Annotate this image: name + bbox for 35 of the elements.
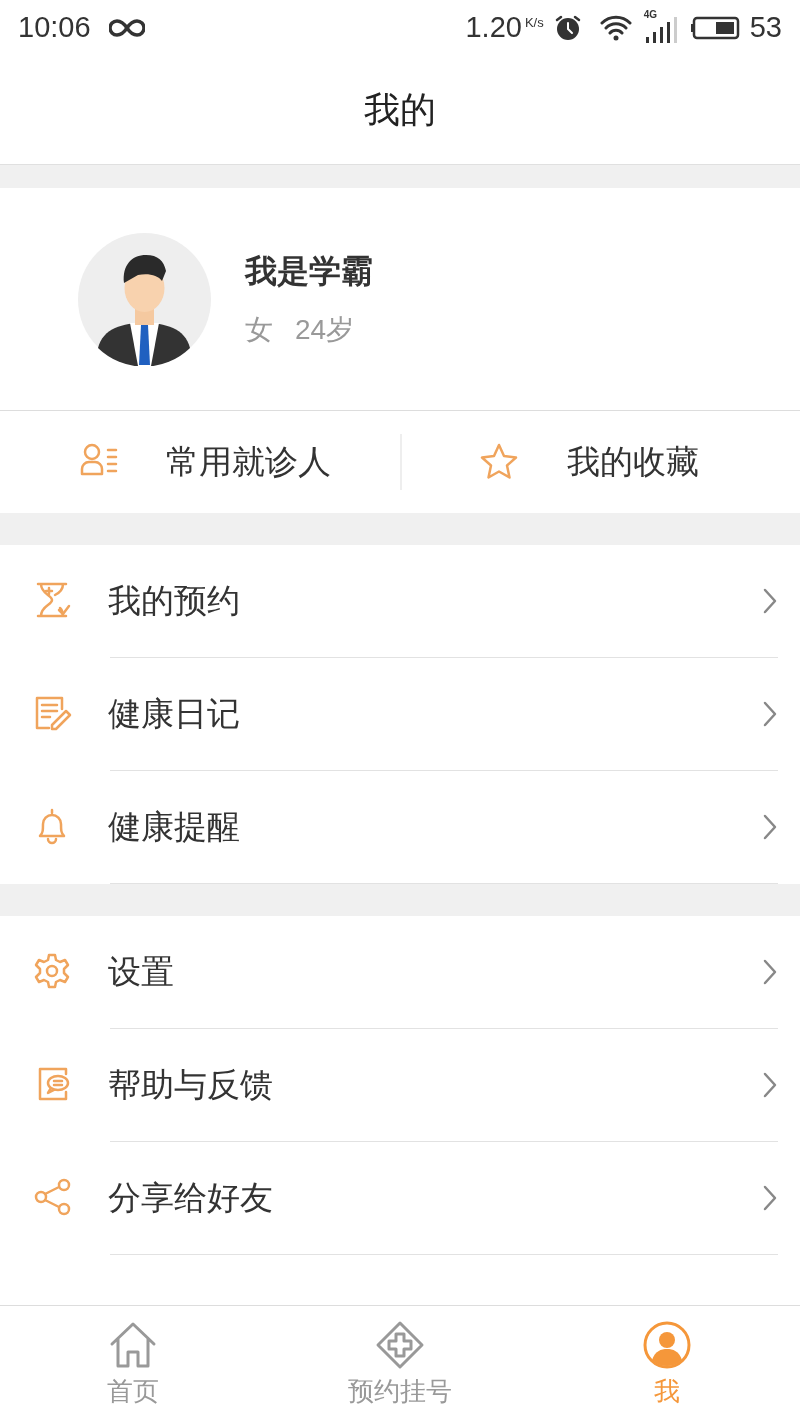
menu-item[interactable]: 设置 <box>0 916 800 1028</box>
menu-item-label: 分享给好友 <box>108 1178 274 1219</box>
chevron-right-icon <box>762 958 778 986</box>
wifi-icon <box>599 14 632 41</box>
battery-level: 53 <box>749 9 782 45</box>
menu-item-label: 我的预约 <box>108 581 241 622</box>
network-speed: 1.20 <box>465 9 522 45</box>
page-title: 我的 <box>364 87 436 132</box>
user-gender: 女 <box>245 313 273 347</box>
shortcut-button[interactable]: 常用就诊人 <box>0 411 400 513</box>
status-time: 10:06 <box>18 9 91 45</box>
menu-item[interactable]: 我的预约 <box>0 545 800 657</box>
menu-item[interactable]: 健康日记 <box>0 658 800 770</box>
shortcut-button[interactable]: 我的收藏 <box>401 411 800 513</box>
menu-item[interactable]: 分享给好友 <box>0 1142 800 1254</box>
chevron-right-icon <box>762 700 778 728</box>
battery-icon <box>689 15 740 40</box>
plus-diamond-icon <box>375 1320 425 1370</box>
network-type: 4G <box>643 9 658 20</box>
user-name: 我是学霸 <box>245 252 373 291</box>
infinity-icon <box>108 17 145 38</box>
menu-item-label: 设置 <box>108 952 175 993</box>
menu-item[interactable]: 帮助与反馈 <box>0 1029 800 1141</box>
chevron-right-icon <box>762 1184 778 1212</box>
menu-item-label: 健康日记 <box>108 694 241 735</box>
menu-item-label: 帮助与反馈 <box>108 1065 274 1106</box>
alarm-icon <box>553 13 582 42</box>
menu-item-label: 健康提醒 <box>108 807 241 848</box>
chevron-right-icon <box>762 587 778 615</box>
chevron-right-icon <box>762 813 778 841</box>
user-avatar-icon <box>641 1320 692 1370</box>
speed-unit: K/s <box>524 13 544 32</box>
chevron-right-icon <box>762 1071 778 1099</box>
menu-item[interactable]: 健康提醒 <box>0 771 800 883</box>
user-age: 24岁 <box>295 313 355 347</box>
